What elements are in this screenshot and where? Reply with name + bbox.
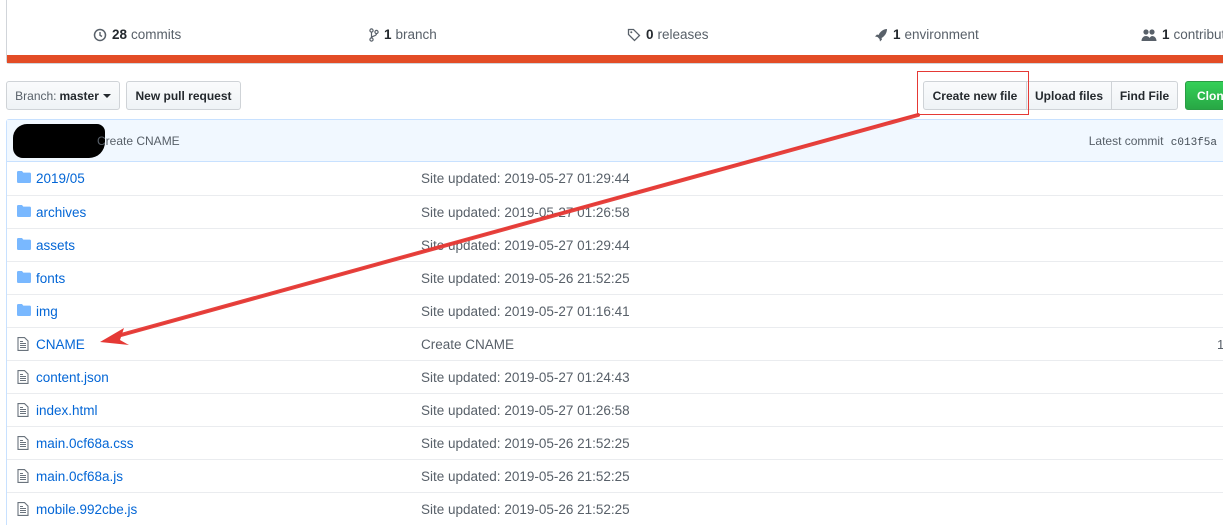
file-table: Create CNAME Latest commit c013f5a 2019/… (6, 119, 1223, 525)
environments-link[interactable]: 1 environment (874, 27, 979, 42)
file-name-link[interactable]: mobile.992cbe.js (36, 502, 137, 517)
latest-commit-bar: Create CNAME Latest commit c013f5a (7, 120, 1223, 162)
caret-down-icon (102, 93, 111, 98)
file-commit-message[interactable]: Site updated: 2019-05-26 21:52:25 (421, 436, 630, 451)
folder-icon-wrap (17, 304, 31, 319)
file-icon (17, 403, 29, 417)
tag-icon (627, 28, 641, 41)
file-row: CNAME Create CNAME 1 (7, 327, 1223, 360)
file-commit-message[interactable]: Site updated: 2019-05-27 01:29:44 (421, 238, 630, 253)
folder-icon-wrap (17, 205, 31, 220)
file-row: main.0cf68a.js Site updated: 2019-05-26 2… (7, 459, 1223, 492)
folder-icon (17, 205, 31, 217)
file-commit-message[interactable]: Site updated: 2019-05-26 21:52:25 (421, 469, 630, 484)
people-icon (1141, 28, 1157, 41)
commits-link[interactable]: 28 commits (93, 27, 181, 42)
file-row: index.html Site updated: 2019-05-27 01:26… (7, 393, 1223, 426)
file-commit-message[interactable]: Site updated: 2019-05-27 01:16:41 (421, 304, 630, 319)
file-name-link[interactable]: archives (36, 205, 86, 220)
new-pull-request-button[interactable]: New pull request (126, 81, 241, 110)
folder-icon (17, 271, 31, 283)
environments-label: environment (904, 27, 979, 42)
branch-name: master (59, 88, 99, 103)
folder-icon-wrap (17, 238, 31, 253)
folder-icon (17, 304, 31, 316)
file-name-link[interactable]: fonts (36, 271, 65, 286)
branches-count: 1 (384, 27, 392, 42)
file-age: 1 (1217, 337, 1223, 352)
repo-summary-bar: 28 commits 1 branch 0 releases 1 environ… (6, 0, 1223, 64)
releases-label: releases (657, 27, 709, 42)
file-row: 2019/05 Site updated: 2019-05-27 01:29:44 (7, 162, 1223, 195)
file-row: content.json Site updated: 2019-05-27 01:… (7, 360, 1223, 393)
contributors-link[interactable]: 1 contribut (1141, 27, 1223, 42)
folder-icon (17, 171, 31, 183)
file-commit-message[interactable]: Site updated: 2019-05-26 21:52:25 (421, 271, 630, 286)
releases-count: 0 (646, 27, 654, 42)
branch-select-button[interactable]: Branch: master (6, 81, 120, 110)
file-name-link[interactable]: CNAME (36, 337, 85, 352)
commit-sha-link[interactable]: c013f5a (1171, 137, 1217, 149)
branch-prefix: Branch: (15, 88, 57, 103)
file-row: mobile.992cbe.js Site updated: 2019-05-26… (7, 492, 1223, 525)
file-icon (17, 370, 29, 384)
file-icon-wrap (17, 436, 29, 453)
redacted-avatar-area (13, 124, 105, 158)
folder-icon-wrap (17, 171, 31, 186)
contributors-label: contribut (1173, 27, 1223, 42)
file-name-link[interactable]: img (36, 304, 58, 319)
file-name-link[interactable]: content.json (36, 370, 109, 385)
commits-label: commits (131, 27, 182, 42)
commit-message[interactable]: Create CNAME (97, 134, 180, 148)
file-commit-message[interactable]: Site updated: 2019-05-27 01:26:58 (421, 205, 630, 220)
file-commit-message[interactable]: Site updated: 2019-05-27 01:29:44 (421, 171, 630, 186)
file-commit-message[interactable]: Site updated: 2019-05-27 01:26:58 (421, 403, 630, 418)
file-commit-message[interactable]: Site updated: 2019-05-26 21:52:25 (421, 502, 630, 517)
find-file-button[interactable]: Find File (1111, 81, 1178, 110)
branches-label: branch (395, 27, 437, 42)
branches-link[interactable]: 1 branch (369, 27, 437, 42)
file-icon-wrap (17, 403, 29, 420)
file-row: archives Site updated: 2019-05-27 01:26:5… (7, 195, 1223, 228)
file-icon-wrap (17, 469, 29, 486)
file-name-link[interactable]: main.0cf68a.js (36, 469, 123, 484)
file-name-link[interactable]: 2019/05 (36, 171, 85, 186)
file-icon-wrap (17, 502, 29, 519)
file-row: fonts Site updated: 2019-05-26 21:52:25 (7, 261, 1223, 294)
file-row: main.0cf68a.css Site updated: 2019-05-26 … (7, 426, 1223, 459)
language-bar (7, 55, 1223, 63)
file-icon-wrap (17, 370, 29, 387)
git-branch-icon (369, 27, 379, 42)
rocket-icon (875, 28, 887, 41)
commits-count: 28 (112, 27, 128, 42)
file-name-link[interactable]: assets (36, 238, 75, 253)
latest-commit-info: Latest commit c013f5a (1089, 134, 1217, 149)
environments-count: 1 (893, 27, 901, 42)
file-row: img Site updated: 2019-05-27 01:16:41 (7, 294, 1223, 327)
file-name-link[interactable]: index.html (36, 403, 98, 418)
folder-icon (17, 238, 31, 250)
folder-icon-wrap (17, 271, 31, 286)
latest-commit-label: Latest commit (1088, 134, 1164, 148)
file-icon (17, 469, 29, 483)
file-row: assets Site updated: 2019-05-27 01:29:44 (7, 228, 1223, 261)
file-list: 2019/05 Site updated: 2019-05-27 01:29:44… (7, 162, 1223, 525)
file-icon (17, 502, 29, 516)
annotation-highlight-box (917, 71, 1029, 115)
contributors-count: 1 (1162, 27, 1170, 42)
file-commit-message[interactable]: Site updated: 2019-05-27 01:24:43 (421, 370, 630, 385)
file-icon (17, 337, 29, 351)
upload-files-button[interactable]: Upload files (1026, 81, 1112, 110)
file-name-link[interactable]: main.0cf68a.css (36, 436, 134, 451)
file-icon-wrap (17, 337, 29, 354)
file-commit-message[interactable]: Create CNAME (421, 337, 514, 352)
clone-button[interactable]: Clone (1185, 81, 1223, 110)
file-icon (17, 436, 29, 450)
history-icon (93, 28, 107, 41)
releases-link[interactable]: 0 releases (627, 27, 709, 42)
